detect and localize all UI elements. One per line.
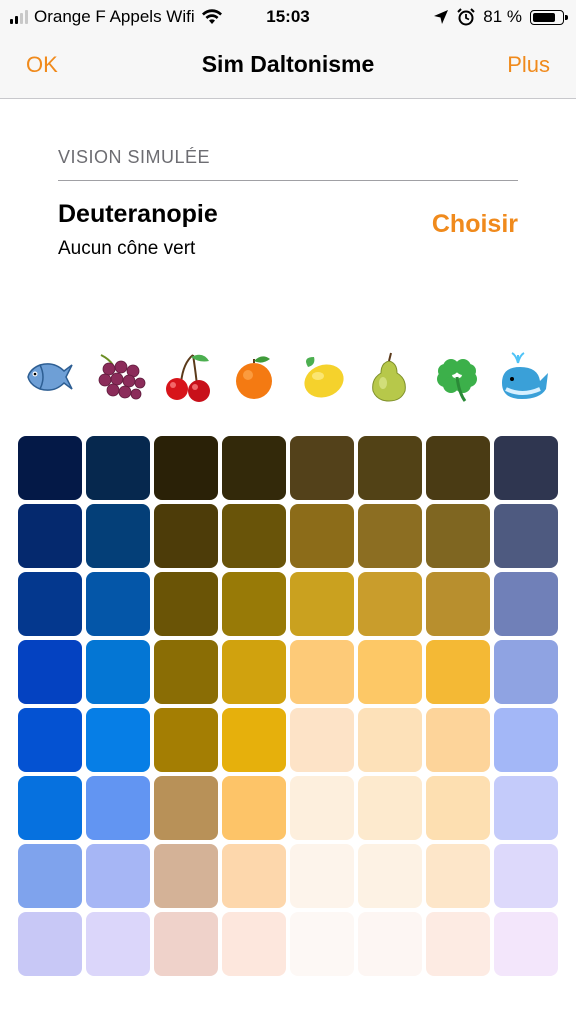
color-swatch — [154, 776, 218, 840]
color-swatch — [290, 572, 354, 636]
color-swatch — [222, 640, 286, 704]
color-swatch — [86, 912, 150, 976]
color-swatch — [426, 436, 490, 500]
color-swatch — [426, 708, 490, 772]
color-swatch — [426, 844, 490, 908]
color-swatch — [86, 640, 150, 704]
status-right: 81 % — [433, 7, 568, 27]
color-swatch — [18, 640, 82, 704]
whale-icon — [491, 346, 559, 408]
cherries-icon — [153, 346, 221, 408]
color-swatch — [358, 572, 422, 636]
color-swatch — [18, 844, 82, 908]
color-swatch — [358, 912, 422, 976]
color-swatch — [358, 504, 422, 568]
pear-icon — [356, 346, 424, 408]
color-swatch — [290, 912, 354, 976]
color-swatch — [222, 776, 286, 840]
color-grid — [18, 436, 558, 976]
color-swatch — [426, 640, 490, 704]
color-swatch — [154, 572, 218, 636]
color-swatch — [494, 572, 558, 636]
color-swatch — [358, 844, 422, 908]
grapes-icon — [86, 346, 154, 408]
color-swatch — [222, 844, 286, 908]
orange-icon — [221, 346, 289, 408]
choose-button[interactable]: Choisir — [432, 210, 518, 239]
section-header: VISION SIMULÉE — [58, 147, 518, 181]
color-swatch — [18, 776, 82, 840]
sample-icons-row — [18, 346, 558, 408]
color-swatch — [154, 844, 218, 908]
color-swatch — [18, 708, 82, 772]
color-swatch — [494, 708, 558, 772]
color-swatch — [494, 436, 558, 500]
color-swatch — [86, 844, 150, 908]
color-swatch — [222, 572, 286, 636]
color-swatch — [154, 912, 218, 976]
color-swatch — [154, 708, 218, 772]
color-swatch — [494, 504, 558, 568]
color-swatch — [18, 912, 82, 976]
vision-name: Deuteranopie — [58, 200, 218, 228]
color-swatch — [358, 640, 422, 704]
navigation-bar: OK Sim Daltonisme Plus — [0, 34, 576, 99]
color-swatch — [494, 640, 558, 704]
color-swatch — [290, 708, 354, 772]
status-bar: Orange F Appels Wifi 15:03 81 % — [0, 0, 576, 34]
color-swatch — [86, 504, 150, 568]
color-swatch — [494, 776, 558, 840]
lemon-icon — [288, 346, 356, 408]
vision-description: Aucun cône vert — [58, 238, 196, 259]
page-title: Sim Daltonisme — [201, 51, 375, 77]
color-swatch — [86, 572, 150, 636]
color-swatch — [290, 640, 354, 704]
battery-icon — [530, 9, 568, 25]
color-swatch — [358, 708, 422, 772]
color-swatch — [18, 572, 82, 636]
color-swatch — [426, 572, 490, 636]
battery-fill — [533, 12, 555, 22]
color-swatch — [494, 844, 558, 908]
color-swatch — [290, 776, 354, 840]
clover-icon — [423, 346, 491, 408]
color-swatch — [86, 436, 150, 500]
color-swatch — [154, 436, 218, 500]
color-swatch — [154, 504, 218, 568]
alarm-icon — [457, 8, 475, 26]
color-swatch — [18, 436, 82, 500]
more-button[interactable]: Plus — [507, 52, 550, 78]
color-swatch — [290, 504, 354, 568]
color-swatch — [358, 776, 422, 840]
color-swatch — [18, 504, 82, 568]
color-swatch — [426, 504, 490, 568]
color-swatch — [222, 436, 286, 500]
color-swatch — [222, 708, 286, 772]
color-swatch — [222, 504, 286, 568]
color-swatch — [426, 776, 490, 840]
color-swatch — [86, 708, 150, 772]
battery-percent: 81 % — [483, 7, 522, 26]
color-swatch — [154, 640, 218, 704]
color-swatch — [222, 912, 286, 976]
color-swatch — [494, 912, 558, 976]
color-swatch — [358, 436, 422, 500]
color-swatch — [290, 436, 354, 500]
fish-icon — [18, 346, 86, 408]
color-swatch — [290, 844, 354, 908]
color-swatch — [426, 912, 490, 976]
color-swatch — [86, 776, 150, 840]
location-arrow-icon — [434, 10, 449, 24]
